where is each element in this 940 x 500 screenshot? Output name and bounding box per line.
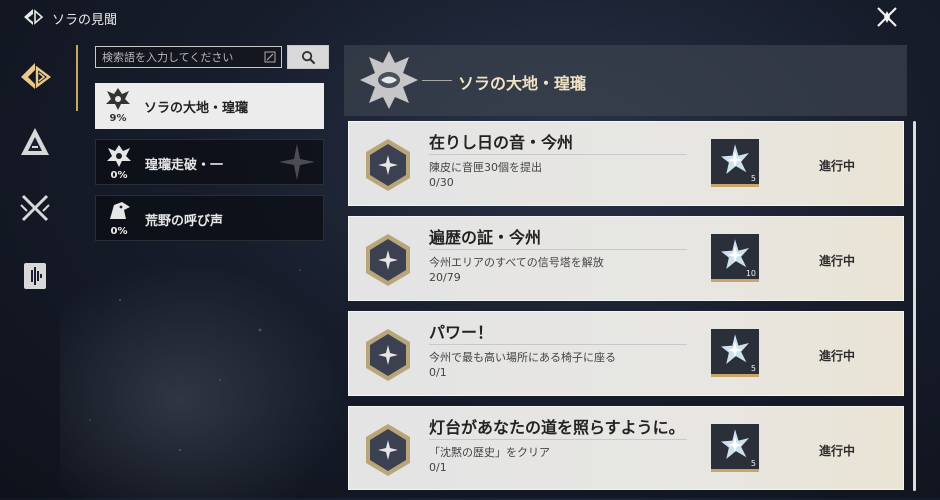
achievement-title: 在りし日の音・今州 [429,133,574,152]
achievement-description: 今州エリアのすべての信号塔を解放 [429,256,604,269]
achievement-status: 進行中 [819,349,856,363]
achievement-progress: 0/1 [429,461,447,474]
category-label: 瑝瓏走破・一 [145,158,224,173]
list-scrollbar[interactable] [913,121,916,491]
close-icon [877,7,897,27]
achievement-title: 遍歴の証・今州 [429,228,542,247]
category-label: 荒野の呼び声 [145,214,224,229]
achievement-divider [429,344,687,345]
reward-count: 10 [745,269,756,278]
achievement-divider [429,154,687,155]
reward-item[interactable]: 10 [711,234,759,282]
soundwave-card-icon [24,263,46,289]
cloud-background [60,250,360,500]
achievement-progress: 20/79 [429,271,461,284]
search-icon [301,50,315,64]
achievement-title: 灯台があなたの道を照らすように。 [429,418,685,437]
nav-item-sola[interactable] [18,59,52,93]
close-button[interactable] [874,4,900,30]
sola-logo-icon [24,9,44,25]
nav-item-exploration[interactable] [18,125,52,159]
category-title: ソラの大地・瑝瓏 [458,74,587,93]
search-input[interactable] [102,49,260,65]
achievement-description: 陳皮に音匣30個を提出 [429,161,542,174]
reward-count: 5 [750,364,756,373]
category-item-sola-land[interactable]: 9% ソラの大地・瑝瓏 [95,83,324,129]
nav-item-battle[interactable] [18,191,52,225]
achievement-card[interactable]: パワー！ 今州で最も高い場所にある椅子に座る 0/1 5 進行中 [348,311,904,396]
achievement-title: パワー！ [429,323,494,342]
achievement-progress: 0/1 [429,366,447,379]
achievement-card[interactable]: 在りし日の音・今州 陳皮に音匣30個を提出 0/30 5 進行中 [348,121,904,206]
nav-rail [0,45,75,345]
dragon-crest-icon [107,145,131,167]
achievement-badge-icon [366,424,410,476]
category-percent: 9% [109,113,127,124]
bird-head-icon [110,202,130,219]
achievement-badge-icon [366,234,410,286]
achievement-description: 今州で最も高い場所にある椅子に座る [429,351,616,364]
dragon-emblem-icon [360,51,418,109]
category-percent: 0% [110,170,128,181]
reward-count: 5 [750,459,756,468]
achievement-description: 「沈黙の歴史」をクリア [429,446,550,459]
achievement-badge-icon [366,139,410,191]
sola-emblem-icon [21,63,51,89]
achievement-divider [429,249,687,250]
reward-item[interactable]: 5 [711,139,759,187]
category-percent: 0% [110,226,128,237]
reward-item[interactable]: 5 [711,329,759,377]
crossed-swords-icon [20,194,50,222]
achievement-status: 進行中 [819,254,856,268]
achievement-divider [429,439,687,440]
achievement-status: 進行中 [819,159,856,173]
mountain-triangle-icon [21,128,49,155]
achievement-progress: 0/30 [429,176,454,189]
category-item-wilderness[interactable]: 0% 荒野の呼び声 [95,195,324,241]
star-compass-decoration-icon [279,144,315,180]
search-button[interactable] [287,45,329,69]
achievement-card[interactable]: 遍歴の証・今州 今州エリアのすべての信号塔を解放 20/79 10 進行中 [348,216,904,301]
edit-pencil-icon [264,51,276,63]
header-divider [422,80,452,81]
reward-item[interactable]: 5 [711,424,759,472]
top-bar: ソラの見聞 [0,0,940,34]
category-label: ソラの大地・瑝瓏 [144,101,249,116]
achievement-card[interactable]: 灯台があなたの道を照らすように。 「沈黙の歴史」をクリア 0/1 5 進行中 [348,406,904,490]
rail-active-indicator [76,45,78,111]
category-header: ソラの大地・瑝瓏 [344,45,907,116]
nav-item-collection[interactable] [18,259,52,293]
app-title: ソラの見聞 [52,13,118,28]
achievement-status: 進行中 [819,444,856,458]
achievement-badge-icon [366,329,410,381]
category-item-traversal[interactable]: 0% 瑝瓏走破・一 [95,139,324,185]
search-field[interactable] [95,46,282,68]
reward-count: 5 [750,174,756,183]
dragon-crest-icon [106,88,130,110]
